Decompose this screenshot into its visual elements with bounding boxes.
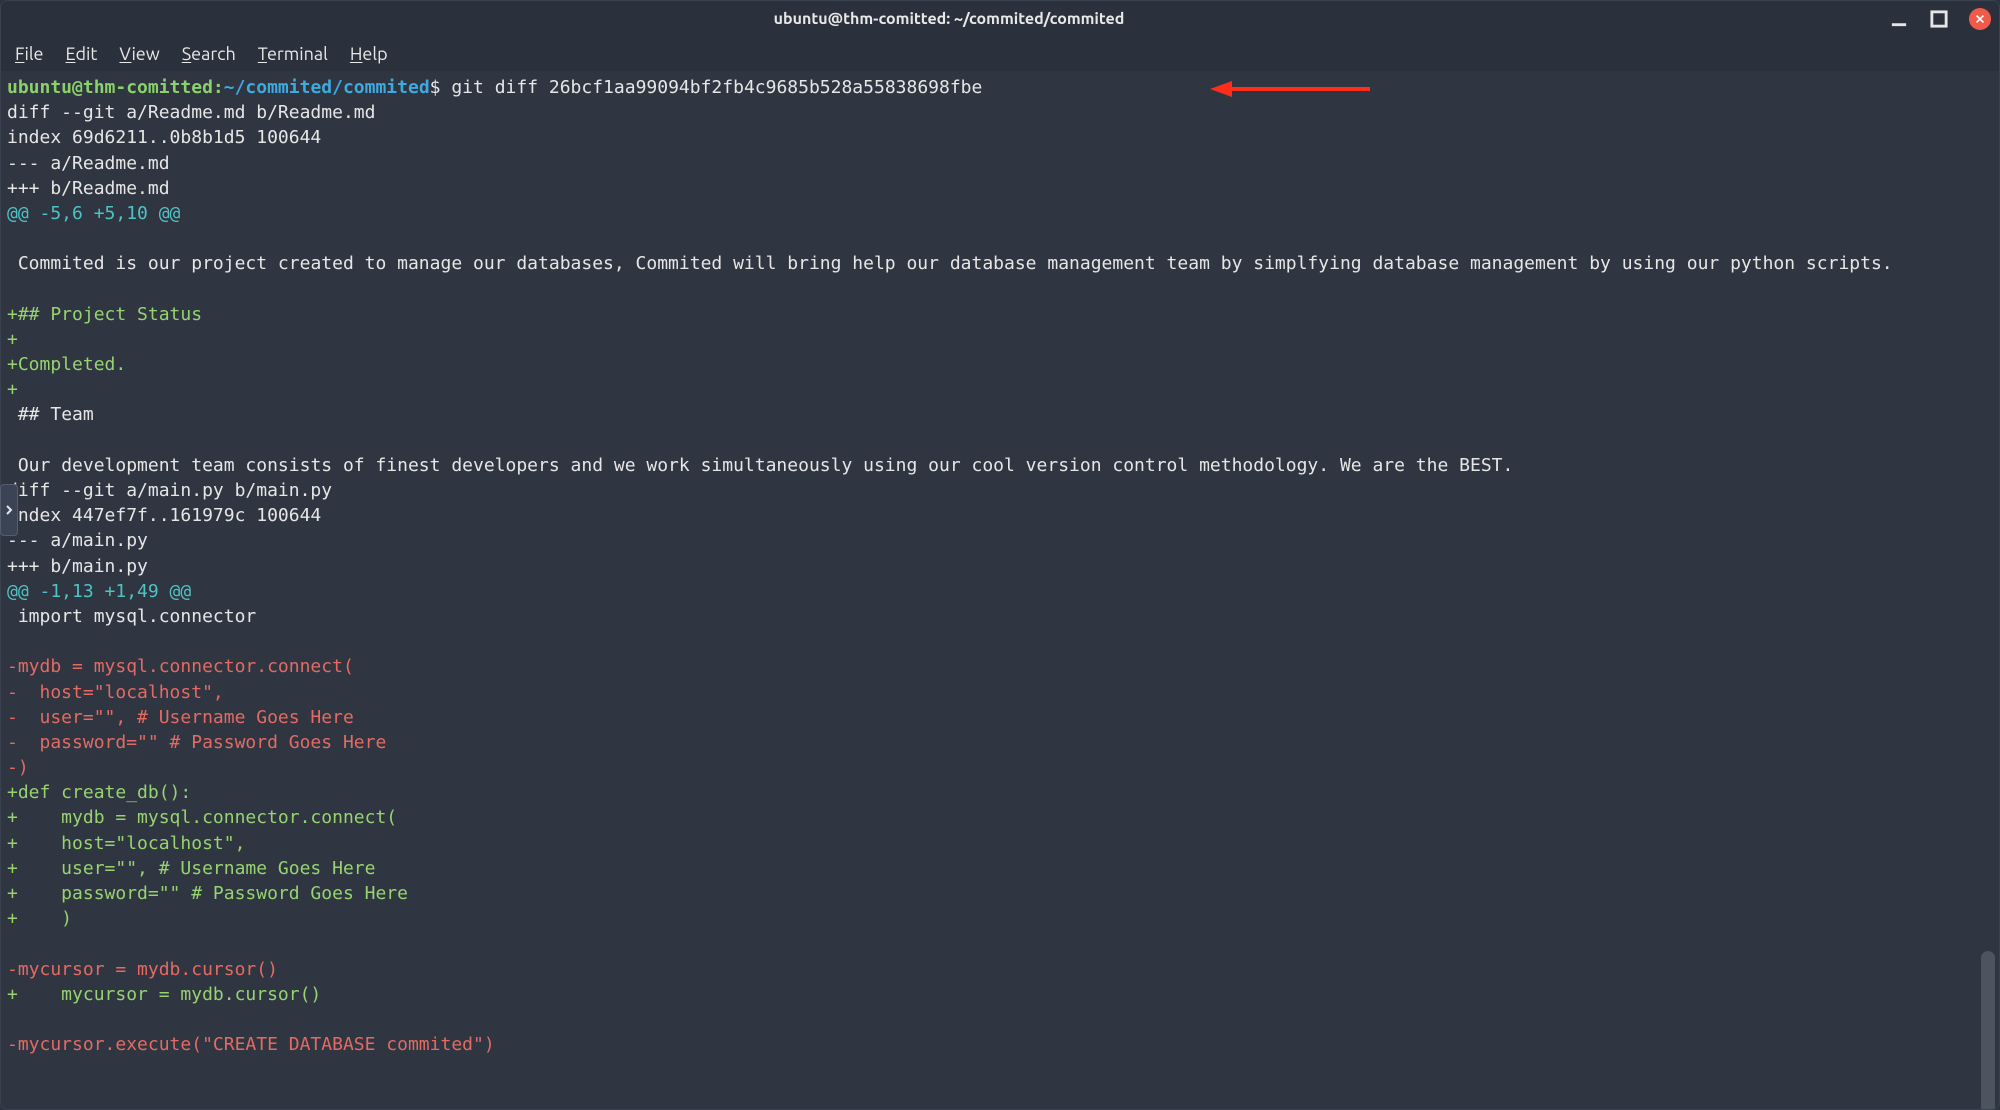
close-button[interactable] [1969, 8, 1991, 30]
terminal-line: import mysql.connector [7, 604, 1993, 629]
terminal-line: -mycursor.execute("CREATE DATABASE commi… [7, 1032, 1993, 1057]
terminal-line: + password="" # Password Goes Here [7, 881, 1993, 906]
terminal-line: --- a/Readme.md [7, 151, 1993, 176]
menu-edit[interactable]: Edit [66, 44, 98, 64]
terminal-line [7, 277, 1993, 302]
maximize-button[interactable] [1929, 9, 1949, 29]
terminal-line [7, 1007, 1993, 1032]
terminal-line: + [7, 327, 1993, 352]
terminal-line: Commited is our project created to manag… [7, 251, 1993, 276]
scrollbar-thumb[interactable] [1981, 951, 1995, 1109]
terminal-window: ubuntu@thm-comitted: ~/commited/commited… [0, 0, 2000, 1110]
menu-file[interactable]: File [15, 44, 44, 64]
terminal-line: -mycursor = mydb.cursor() [7, 957, 1993, 982]
menu-view[interactable]: View [119, 44, 159, 64]
menu-help[interactable]: Help [350, 44, 388, 64]
terminal-line: index 69d6211..0b8b1d5 100644 [7, 125, 1993, 150]
prompt-colon: : [213, 77, 224, 98]
terminal-line: - password="" # Password Goes Here [7, 730, 1993, 755]
terminal-line: + [7, 377, 1993, 402]
terminal-area[interactable]: ubuntu@thm-comitted:~/commited/commited$… [1, 71, 1999, 1109]
terminal-line: -mydb = mysql.connector.connect( [7, 654, 1993, 679]
terminal-line: +++ b/Readme.md [7, 176, 1993, 201]
terminal-line: diff --git a/main.py b/main.py [7, 478, 1993, 503]
terminal-line [7, 931, 1993, 956]
terminal-line: +## Project Status [7, 302, 1993, 327]
prompt-line: ubuntu@thm-comitted:~/commited/commited$… [7, 75, 1993, 100]
terminal-line: + user="", # Username Goes Here [7, 856, 1993, 881]
terminal-line: - host="localhost", [7, 680, 1993, 705]
terminal-line: + host="localhost", [7, 831, 1993, 856]
menu-search[interactable]: Search [182, 44, 236, 64]
terminal-line: --- a/main.py [7, 528, 1993, 553]
terminal-line: + mycursor = mydb.cursor() [7, 982, 1993, 1007]
terminal-line: @@ -1,13 +1,49 @@ [7, 579, 1993, 604]
terminal-line: diff --git a/Readme.md b/Readme.md [7, 100, 1993, 125]
terminal-line: + mydb = mysql.connector.connect( [7, 805, 1993, 830]
menu-terminal[interactable]: Terminal [258, 44, 328, 64]
terminal-line: index 447ef7f..161979c 100644 [7, 503, 1993, 528]
terminal-line [7, 629, 1993, 654]
terminal-line: +Completed. [7, 352, 1993, 377]
minimize-button[interactable] [1889, 9, 1909, 29]
prompt-dollar: $ [430, 77, 452, 98]
terminal-line: +def create_db(): [7, 780, 1993, 805]
terminal-line: +++ b/main.py [7, 554, 1993, 579]
window-title: ubuntu@thm-comitted: ~/commited/commited [9, 10, 1889, 28]
command-text: git diff 26bcf1aa99094bf2fb4c9685b528a55… [451, 77, 982, 98]
panel-expand-handle[interactable] [0, 484, 18, 536]
window-controls [1889, 8, 1991, 30]
prompt-user-host: ubuntu@thm-comitted [7, 77, 213, 98]
terminal-line: ## Team [7, 402, 1993, 427]
terminal-line: -) [7, 755, 1993, 780]
terminal-line: - user="", # Username Goes Here [7, 705, 1993, 730]
menu-bar: File Edit View Search Terminal Help [1, 37, 1999, 71]
terminal-line: Our development team consists of finest … [7, 453, 1993, 478]
terminal-line: @@ -5,6 +5,10 @@ [7, 201, 1993, 226]
terminal-line: + ) [7, 906, 1993, 931]
terminal-line [7, 226, 1993, 251]
terminal-line [7, 428, 1993, 453]
annotation-arrow-icon [1210, 78, 1370, 100]
window-titlebar[interactable]: ubuntu@thm-comitted: ~/commited/commited [1, 1, 1999, 37]
prompt-path: ~/commited/commited [224, 77, 430, 98]
